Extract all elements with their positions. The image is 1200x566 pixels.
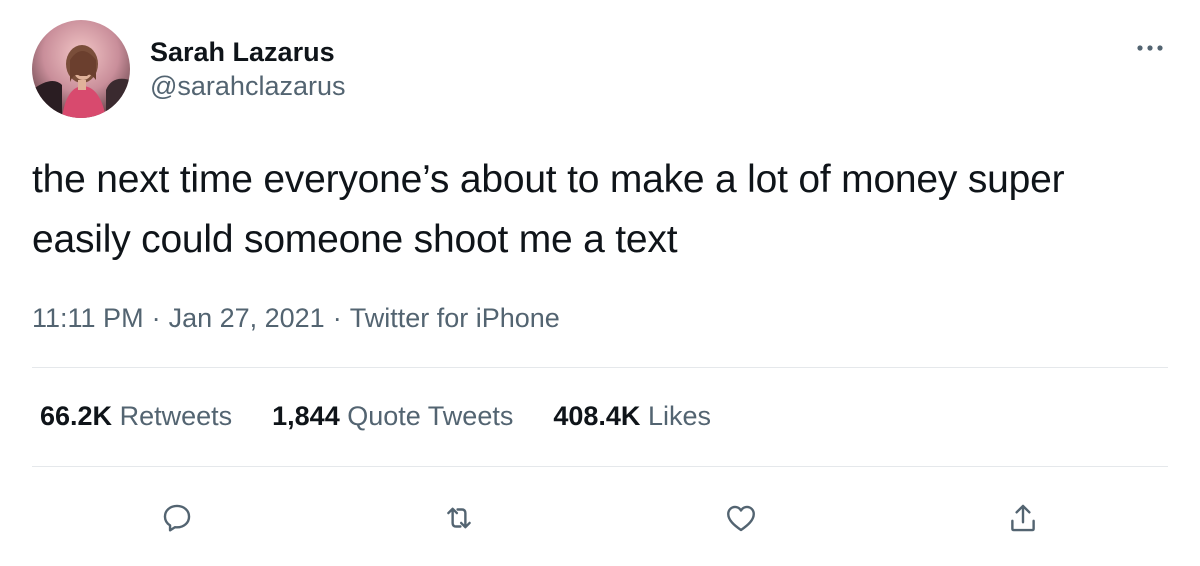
author-handle[interactable]: @sarahclazarus bbox=[150, 69, 346, 103]
meta-separator: · bbox=[332, 303, 342, 333]
retweet-icon bbox=[447, 507, 471, 529]
tweet-time[interactable]: 11:11 PM bbox=[32, 303, 144, 333]
tweet-header: Sarah Lazarus @sarahclazarus bbox=[32, 20, 346, 118]
share-icon bbox=[1011, 504, 1035, 532]
tweet-stats: 66.2K Retweets 1,844 Quote Tweets 408.4K… bbox=[40, 398, 751, 434]
like-button[interactable] bbox=[719, 496, 763, 540]
share-button[interactable] bbox=[1001, 496, 1045, 540]
quote-tweets-stat[interactable]: 1,844 Quote Tweets bbox=[272, 398, 513, 434]
reply-button[interactable] bbox=[155, 496, 199, 540]
meta-separator: · bbox=[151, 303, 161, 333]
avatar-photo bbox=[32, 20, 130, 118]
tweet-card: Sarah Lazarus @sarahclazarus the next ti… bbox=[0, 0, 1200, 566]
more-options-button[interactable] bbox=[1130, 36, 1170, 60]
retweet-button[interactable] bbox=[437, 496, 481, 540]
likes-count: 408.4K bbox=[553, 401, 641, 431]
retweets-label: Retweets bbox=[119, 401, 233, 431]
tweet-meta: 11:11 PM · Jan 27, 2021 · Twitter for iPhone bbox=[32, 300, 560, 336]
quote-tweets-count: 1,844 bbox=[272, 401, 340, 431]
likes-stat[interactable]: 408.4K Likes bbox=[553, 398, 711, 434]
tweet-source[interactable]: Twitter for iPhone bbox=[350, 303, 560, 333]
likes-label: Likes bbox=[647, 401, 711, 431]
reply-icon bbox=[163, 504, 191, 532]
tweet-date[interactable]: Jan 27, 2021 bbox=[169, 303, 325, 333]
divider bbox=[32, 466, 1168, 467]
avatar[interactable] bbox=[32, 20, 130, 118]
tweet-actions bbox=[0, 496, 1200, 540]
author-info: Sarah Lazarus @sarahclazarus bbox=[150, 35, 346, 103]
quote-tweets-label: Quote Tweets bbox=[347, 401, 514, 431]
more-horizontal-icon bbox=[1137, 45, 1163, 51]
retweets-count: 66.2K bbox=[40, 401, 113, 431]
retweets-stat[interactable]: 66.2K Retweets bbox=[40, 398, 232, 434]
heart-icon bbox=[727, 505, 755, 532]
author-display-name[interactable]: Sarah Lazarus bbox=[150, 35, 346, 69]
tweet-text: the next time everyone’s about to make a… bbox=[32, 158, 1065, 261]
divider bbox=[32, 367, 1168, 368]
